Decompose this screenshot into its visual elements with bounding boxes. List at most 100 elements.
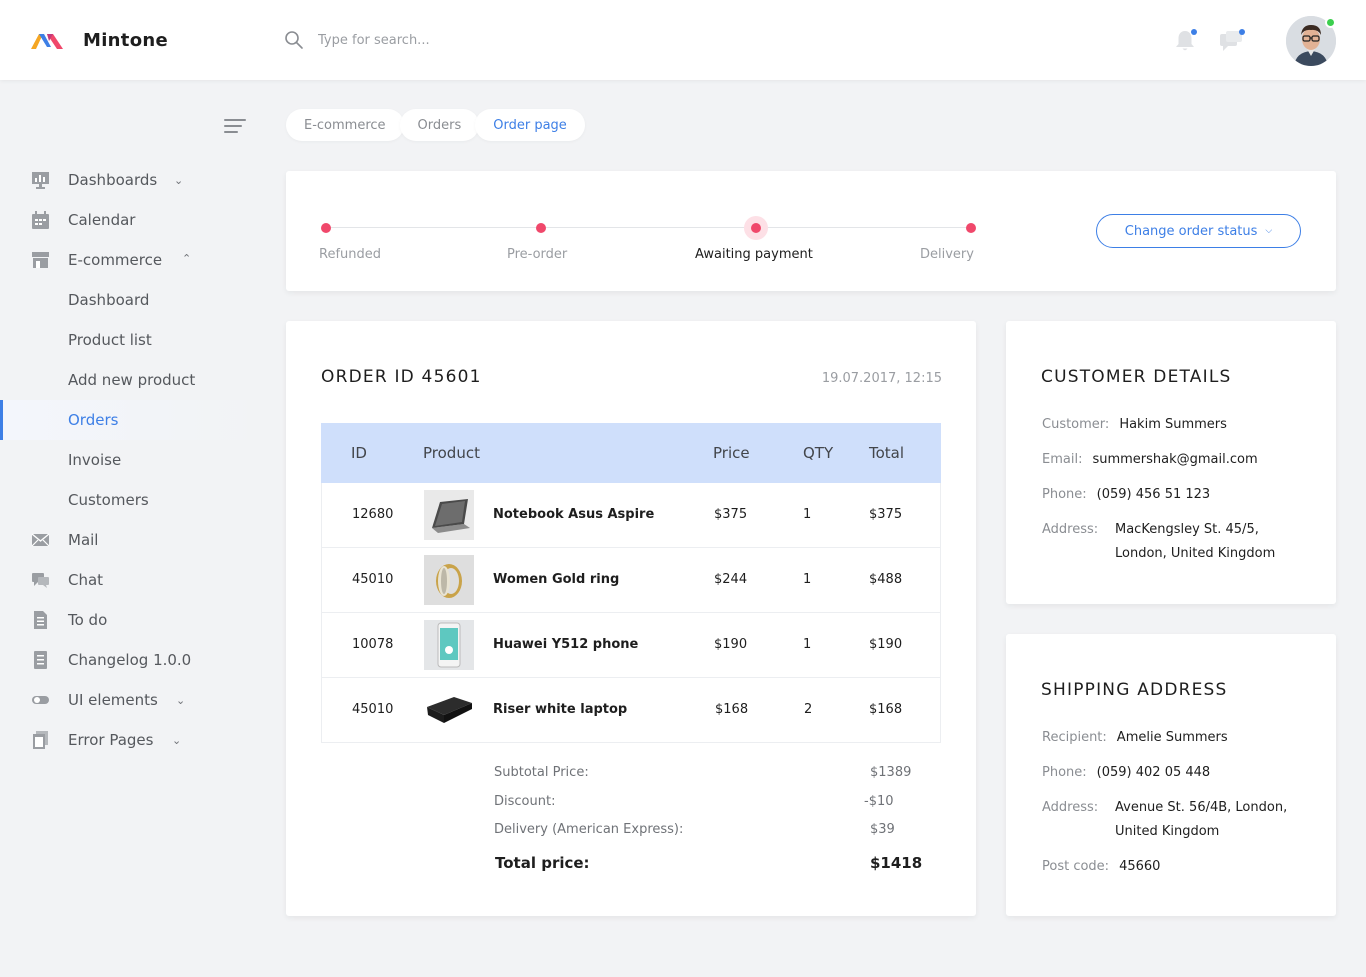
sidebar-item-label: Customers — [68, 491, 149, 509]
shipping-address-line2: United Kingdom — [1115, 824, 1220, 839]
sidebar-item-error-pages[interactable]: Error Pages ⌄ — [0, 720, 260, 760]
sidebar-item-to-do[interactable]: To do — [0, 600, 260, 640]
customer-address-line2: London, United Kingdom — [1115, 546, 1276, 561]
order-date: 19.07.2017, 12:15 — [821, 371, 942, 386]
product-thumbnail[interactable] — [424, 555, 474, 605]
breadcrumb-item-orders[interactable]: Orders — [399, 109, 480, 141]
search-bar — [284, 30, 618, 50]
recipient-label: Recipient: — [1042, 730, 1107, 745]
total-price-label: Total price: — [495, 854, 590, 872]
email-label: Email: — [1042, 452, 1083, 467]
column-header-qty[interactable]: QTY — [803, 444, 833, 462]
shipping-address-title: SHIPPING ADDRESS — [1041, 680, 1228, 700]
table-row[interactable]: 45010 Women Gold ring $244 1 $488 — [321, 548, 941, 613]
mail-icon — [31, 533, 50, 547]
column-header-price[interactable]: Price — [713, 444, 750, 462]
table-header: ID Product Price QTY Total — [321, 423, 941, 483]
notifications-button[interactable] — [1172, 28, 1198, 54]
chevron-down-icon: ⌵ — [1265, 226, 1273, 236]
sidebar-item-product-list[interactable]: Product list — [0, 320, 260, 360]
table-row[interactable]: 12680 Notebook Asus Aspire $375 1 $375 — [321, 483, 941, 548]
cell-qty: 1 — [803, 637, 812, 652]
customer-details-title: CUSTOMER DETAILS — [1041, 367, 1232, 387]
chevron-down-icon: ⌄ — [172, 733, 182, 747]
sidebar-item-e-commerce[interactable]: E-commerce ⌃ — [0, 240, 260, 280]
product-thumbnail[interactable] — [424, 685, 474, 735]
column-header-id[interactable]: ID — [351, 444, 367, 462]
table-row[interactable]: 45010 Riser white laptop $168 2 $168 — [321, 678, 941, 743]
sidebar-item-label: Orders — [68, 411, 119, 429]
logo[interactable]: Mintone — [30, 28, 168, 52]
status-step-label: Pre-order — [507, 247, 568, 262]
phone-image — [424, 620, 474, 670]
customer-phone-row: Phone: (059) 456 51 123 — [1042, 487, 1210, 502]
ring-image — [424, 555, 474, 605]
cell-product-name: Huawei Y512 phone — [493, 637, 639, 652]
shipping-phone: (059) 402 05 448 — [1096, 765, 1211, 780]
sidebar-item-mail[interactable]: Mail — [0, 520, 260, 560]
sidebar-item-label: Chat — [68, 571, 104, 589]
dashboard-icon — [32, 172, 49, 189]
status-dot — [751, 223, 761, 233]
sidebar-item-orders[interactable]: Orders — [0, 400, 260, 440]
cell-qty: 2 — [804, 702, 813, 717]
todo-icon — [34, 611, 47, 629]
cell-price: $190 — [714, 637, 748, 652]
cell-price: $244 — [714, 572, 748, 587]
breadcrumb-item-order-page[interactable]: Order page — [475, 109, 585, 141]
column-header-product[interactable]: Product — [423, 444, 480, 462]
product-thumbnail[interactable] — [424, 620, 474, 670]
breadcrumb: E-commerce Orders Order page — [286, 109, 585, 141]
sidebar-item-label: Add new product — [68, 371, 196, 389]
customer-address-line1: MacKengsley St. 45/5, — [1115, 522, 1259, 537]
recipient-row: Recipient: Amelie Summers — [1042, 730, 1228, 745]
cell-price: $375 — [714, 507, 748, 522]
order-items-table: ID Product Price QTY Total 12680 Noteboo… — [321, 423, 941, 743]
sidebar-item-ui-elements[interactable]: UI elements ⌄ — [0, 680, 260, 720]
sidebar-item-label: Error Pages — [68, 731, 154, 749]
mintone-logo-icon — [31, 34, 63, 49]
sidebar-item-label: Product list — [68, 331, 152, 349]
cell-total: $488 — [869, 572, 903, 587]
status-step-label: Delivery — [920, 247, 974, 262]
sidebar-item-dashboard[interactable]: Dashboard — [0, 280, 260, 320]
laptop-stand-image — [424, 685, 474, 735]
online-status-indicator — [1325, 17, 1336, 28]
phone-label: Phone: — [1042, 765, 1087, 780]
chevron-up-icon: ⌃ — [182, 252, 192, 265]
postcode-value: 45660 — [1119, 859, 1161, 874]
search-input[interactable] — [318, 32, 618, 48]
sidebar-item-invoise[interactable]: Invoise — [0, 440, 260, 480]
shop-icon — [32, 252, 49, 268]
search-icon[interactable] — [284, 30, 304, 50]
sidebar-item-label: Invoise — [68, 451, 122, 469]
cell-qty: 1 — [803, 572, 812, 587]
customer-details-card: CUSTOMER DETAILS Customer: Hakim Summers … — [1006, 321, 1336, 604]
order-status-card: Refunded Pre-order Awaiting payment Deli… — [286, 171, 1336, 291]
change-order-status-button[interactable]: Change order status ⌵ — [1096, 214, 1301, 248]
column-header-total[interactable]: Total — [869, 444, 904, 462]
sidebar-item-chat[interactable]: Chat — [0, 560, 260, 600]
sidebar-item-customers[interactable]: Customers — [0, 480, 260, 520]
messages-button[interactable] — [1218, 28, 1245, 54]
discount-value: -$10 — [864, 794, 894, 809]
sidebar-item-add-new-product[interactable]: Add new product — [0, 360, 260, 400]
sidebar-item-label: Dashboards — [68, 171, 158, 189]
breadcrumb-item-e-commerce[interactable]: E-commerce — [286, 109, 404, 141]
cell-product-name: Women Gold ring — [493, 572, 620, 587]
delivery-value: $39 — [870, 822, 895, 837]
product-thumbnail[interactable] — [424, 490, 474, 540]
cell-id: 10078 — [352, 637, 394, 652]
recipient-name: Amelie Summers — [1116, 730, 1228, 745]
table-row[interactable]: 10078 Huawei Y512 phone $190 1 $190 — [321, 613, 941, 678]
cell-qty: 1 — [803, 507, 812, 522]
menu-toggle-icon[interactable] — [224, 118, 246, 134]
customer-email[interactable]: summershak@gmail.com — [1092, 452, 1257, 467]
sidebar-item-label: Calendar — [68, 211, 136, 229]
customer-address-row: Address: — [1042, 522, 1098, 537]
message-dot — [1239, 29, 1245, 35]
notification-dot — [1191, 29, 1197, 35]
sidebar-item-dashboards[interactable]: Dashboards ⌄ — [0, 160, 260, 200]
sidebar-item-changelog[interactable]: Changelog 1.0.0 — [0, 640, 260, 680]
sidebar-item-calendar[interactable]: Calendar — [0, 200, 260, 240]
